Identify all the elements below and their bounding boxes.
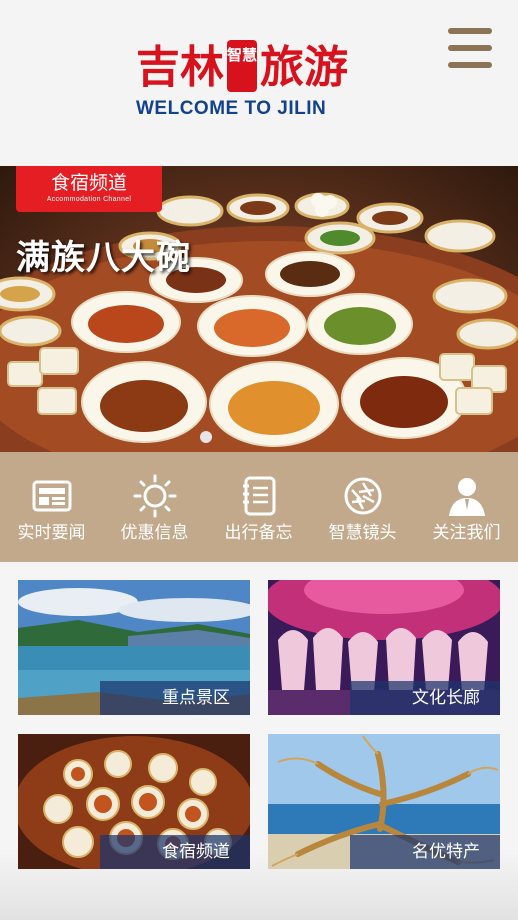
site-header: 吉林 智慧旅游 WELCOME TO JILIN — [0, 0, 518, 166]
banner-tag-subtitle: Accommodation Channel — [46, 196, 132, 203]
tile-label: 名优特产 — [350, 835, 500, 869]
nav-item-news[interactable]: 实时要闻 — [0, 452, 103, 562]
tile-label: 文化长廊 — [350, 681, 500, 715]
quick-nav-bar: 实时要闻 优惠信息 出行备忘 智慧镜头 关注我们 — [0, 452, 518, 562]
banner-caption: 满族八大碗 — [16, 238, 191, 278]
carousel-dot-active[interactable] — [200, 431, 212, 443]
feature-tile-grid: 重点景区 文化长廊 食宿频道 名优特产 — [0, 562, 518, 920]
menu-bar — [448, 62, 492, 68]
site-logo[interactable]: 吉林 智慧旅游 WELCOME TO JILIN — [136, 40, 386, 128]
logo-cn-main: 吉林 — [136, 42, 224, 93]
hamburger-menu-icon[interactable] — [446, 28, 494, 70]
tile-label: 重点景区 — [100, 681, 250, 715]
nav-item-smart-lens[interactable]: 智慧镜头 — [311, 452, 414, 562]
nav-item-travel-notes[interactable]: 出行备忘 — [207, 452, 310, 562]
logo-seal: 智慧 — [227, 40, 257, 92]
tile-label: 食宿频道 — [100, 835, 250, 869]
banner-carousel[interactable]: 食宿频道 Accommodation Channel 满族八大碗 — [0, 166, 518, 452]
nav-item-follow-us[interactable]: 关注我们 — [415, 452, 518, 562]
tile-culture-gallery[interactable]: 文化长廊 — [268, 580, 500, 715]
notebook-icon — [243, 476, 276, 516]
nav-label: 智慧镜头 — [328, 523, 397, 543]
nav-label: 出行备忘 — [224, 523, 293, 543]
banner-channel-tag[interactable]: 食宿频道 Accommodation Channel — [16, 166, 162, 212]
sun-icon — [133, 474, 177, 518]
tile-specialty-products[interactable]: 名优特产 — [268, 734, 500, 869]
logo-chinese: 吉林 智慧旅游 — [136, 40, 348, 96]
camera-shutter-icon — [344, 477, 382, 515]
banner-tag-title: 食宿频道 — [50, 172, 127, 194]
user-icon — [449, 478, 485, 516]
nav-label: 优惠信息 — [120, 523, 189, 543]
menu-bar — [448, 45, 492, 51]
tile-food-lodging[interactable]: 食宿频道 — [18, 734, 250, 869]
newspaper-icon — [32, 480, 72, 512]
nav-label: 实时要闻 — [17, 523, 86, 543]
menu-bar — [448, 28, 492, 34]
nav-item-offers[interactable]: 优惠信息 — [103, 452, 206, 562]
tile-scenic-spots[interactable]: 重点景区 — [18, 580, 250, 715]
nav-label: 关注我们 — [432, 523, 501, 543]
logo-english: WELCOME TO JILIN — [136, 98, 327, 119]
logo-cn-tail: 旅游 — [260, 42, 348, 93]
